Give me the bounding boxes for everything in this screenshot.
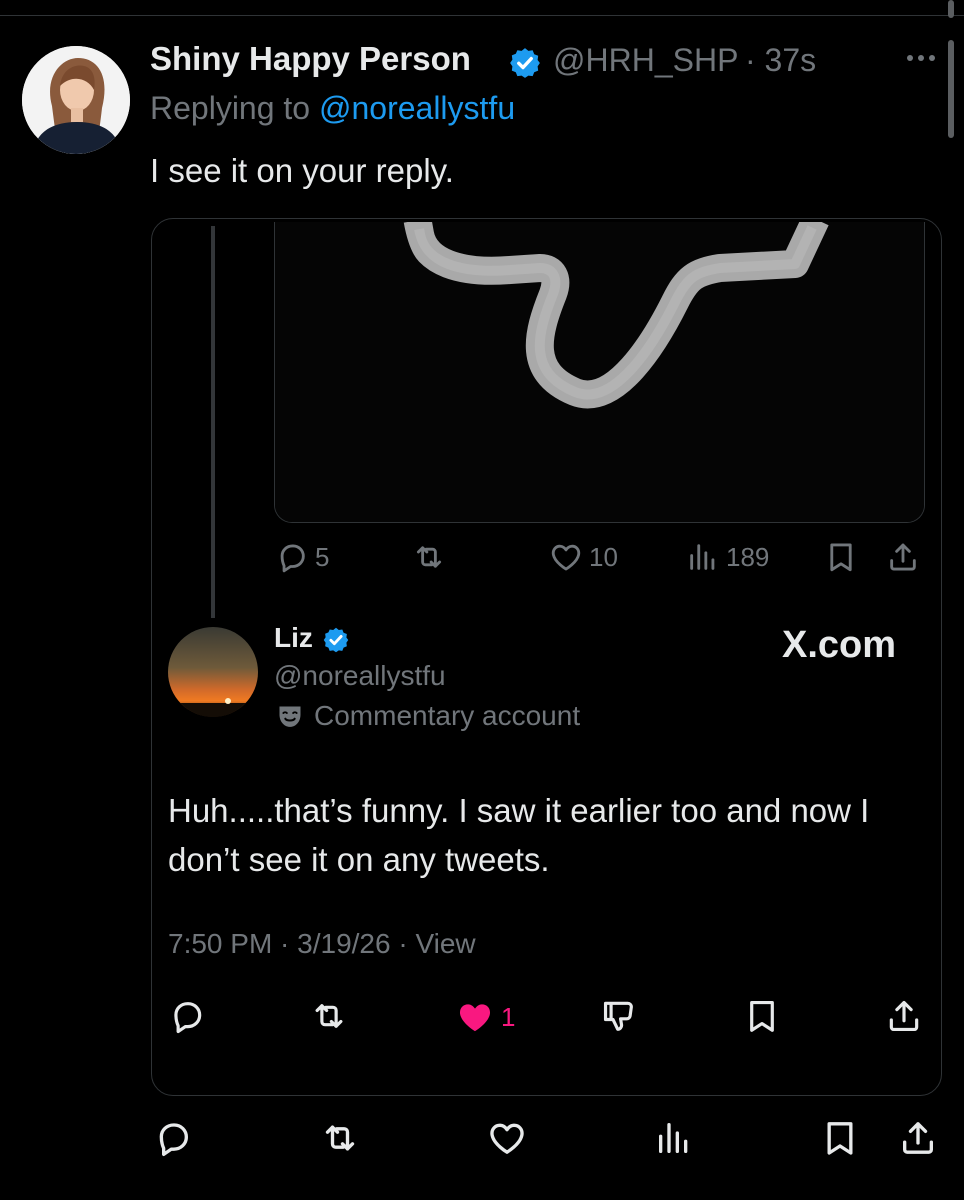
replying-to-mention[interactable]: @noreallystfu [319, 90, 515, 126]
quoted-repost-action[interactable] [412, 540, 446, 574]
bookmark-icon [743, 997, 781, 1035]
share-upload-icon [898, 1118, 938, 1158]
more-horizontal-icon[interactable] [902, 48, 940, 68]
reply-bubble-icon [153, 1118, 193, 1158]
bookmark-icon [820, 1118, 860, 1158]
top-divider [0, 15, 964, 16]
repost-action[interactable] [320, 1118, 360, 1158]
tweet-text: I see it on your reply. [150, 152, 454, 189]
repost-arrows-icon [412, 540, 446, 574]
heart-filled-icon [455, 997, 495, 1037]
quoted-reply-text: Huh.....that’s funny. I saw it earlier t… [168, 792, 870, 878]
reply-bubble-icon [275, 540, 309, 574]
commentary-account-label: Commentary account [314, 700, 581, 731]
replying-to-line: Replying to @noreallystfu [150, 90, 515, 127]
quoted-share-action[interactable] [886, 540, 920, 574]
quoted-like-action[interactable]: 10 [549, 540, 618, 574]
liz-like-count: 1 [501, 1001, 516, 1032]
verified-badge-icon [322, 626, 350, 654]
views-bars-icon [654, 1118, 694, 1158]
author-avatar-image [22, 46, 130, 154]
verified-badge-icon [508, 46, 542, 80]
liz-share-action[interactable] [885, 997, 923, 1035]
replying-to-prefix: Replying to [150, 90, 319, 126]
quoted-post-media[interactable] [274, 222, 925, 523]
quoted-views-count: 189 [726, 541, 770, 572]
liz-avatar-sunset-image [168, 627, 258, 717]
media-squiggle-image [275, 222, 924, 522]
reply-bubble-icon [168, 997, 206, 1035]
heart-icon [487, 1118, 527, 1158]
liz-like-action[interactable]: 1 [455, 997, 515, 1037]
like-action[interactable] [487, 1118, 527, 1158]
scrollbar-thumb[interactable] [948, 40, 954, 138]
author-name[interactable]: Shiny Happy Person [150, 40, 471, 78]
views-action[interactable] [654, 1118, 694, 1158]
liz-reply-action[interactable] [168, 997, 206, 1035]
author-avatar[interactable] [22, 46, 130, 154]
quoted-like-count: 10 [589, 541, 618, 572]
repost-arrows-icon [320, 1118, 360, 1158]
liz-repost-action[interactable] [310, 997, 348, 1035]
quoted-views-action[interactable]: 189 [686, 540, 769, 574]
liz-downvote-action[interactable] [600, 997, 638, 1035]
liz-name[interactable]: Liz [274, 622, 313, 654]
bookmark-icon [824, 540, 858, 574]
bookmark-action[interactable] [820, 1118, 860, 1158]
theater-mask-icon [279, 706, 301, 727]
quoted-reply-meta[interactable]: 7:50 PM · 3/19/26 · View [168, 928, 476, 960]
thread-connector-line [211, 226, 215, 618]
scrollbar-top-segment[interactable] [948, 0, 954, 18]
quoted-reply-action[interactable]: 5 [275, 540, 329, 574]
quoted-reply-count: 5 [315, 541, 330, 572]
views-bars-icon [686, 540, 720, 574]
x-com-watermark: X.com [782, 624, 897, 666]
share-action[interactable] [898, 1118, 938, 1158]
share-upload-icon [886, 540, 920, 574]
post-time[interactable]: · 37s [745, 42, 816, 79]
heart-icon [549, 540, 583, 574]
quoted-bookmark-action[interactable] [824, 540, 858, 574]
liz-avatar[interactable] [168, 627, 258, 717]
reply-action[interactable] [153, 1118, 193, 1158]
liz-bookmark-action[interactable] [743, 997, 781, 1035]
repost-arrows-icon [310, 997, 348, 1035]
share-upload-icon [885, 997, 923, 1035]
thumbs-down-icon [600, 997, 638, 1035]
author-handle[interactable]: @HRH_SHP [553, 42, 738, 79]
liz-handle[interactable]: @noreallystfu [274, 660, 446, 692]
